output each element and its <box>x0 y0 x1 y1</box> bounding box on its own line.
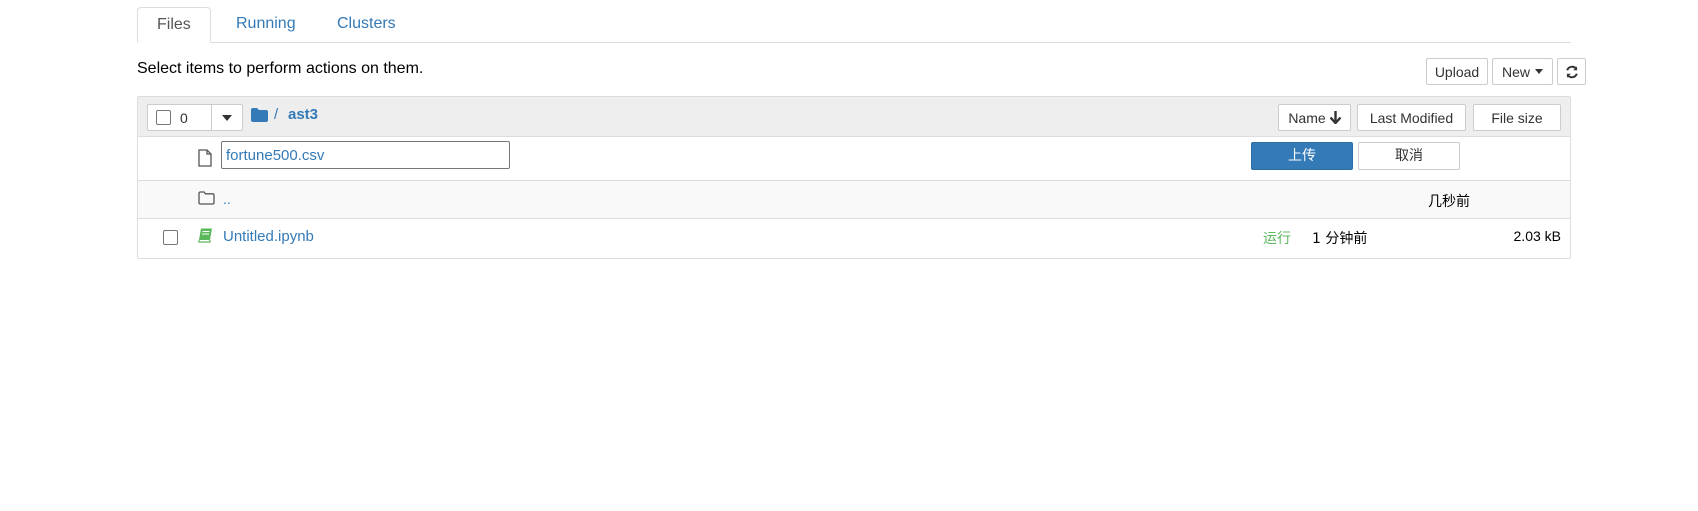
refresh-icon <box>1565 65 1578 78</box>
caret-down-icon <box>222 114 232 121</box>
select-all-control[interactable]: 0 <box>147 104 212 131</box>
upload-confirm-button[interactable]: 上传 <box>1251 142 1353 170</box>
new-button-label: New <box>1501 63 1530 80</box>
upload-row: 上传 取消 <box>138 137 1570 181</box>
list-item[interactable]: Untitled.ipynb 运行 1 分钟前 2.03 kB <box>138 219 1570 258</box>
sort-size-label: File size <box>1491 109 1543 126</box>
parent-directory-link[interactable]: .. <box>223 191 231 207</box>
file-icon <box>198 149 212 167</box>
sort-modified-label: Last Modified <box>1369 109 1454 126</box>
upload-button-label: Upload <box>1434 63 1480 80</box>
upload-cancel-label: 取消 <box>1395 148 1423 164</box>
tab-clusters[interactable]: Clusters <box>318 7 415 43</box>
sort-name-label: Name <box>1288 109 1326 126</box>
upload-filename-input[interactable] <box>221 141 510 169</box>
upload-cancel-button[interactable]: 取消 <box>1358 142 1460 170</box>
tab-running[interactable]: Running <box>217 7 315 43</box>
select-dropdown-button[interactable] <box>211 104 243 131</box>
folder-open-outline-icon <box>198 191 215 205</box>
selection-hint: Select items to perform actions on them. <box>137 60 424 77</box>
item-modified-time: 1 分钟前 <box>1312 231 1368 247</box>
folder-icon[interactable] <box>251 108 268 122</box>
breadcrumb-folder[interactable]: ast3 <box>288 106 318 123</box>
caret-down-icon <box>1535 69 1543 74</box>
file-list-header: 0 / ast3 Name Last Modified File size <box>138 97 1570 137</box>
upload-confirm-label: 上传 <box>1288 148 1316 164</box>
refresh-button[interactable] <box>1557 58 1586 85</box>
arrow-down-icon <box>1329 111 1341 124</box>
item-checkbox[interactable] <box>163 230 178 245</box>
upload-button[interactable]: Upload <box>1426 58 1488 85</box>
sort-by-size-button[interactable]: File size <box>1473 104 1561 131</box>
sort-by-name-button[interactable]: Name <box>1278 104 1351 131</box>
select-all-checkbox[interactable] <box>156 110 171 125</box>
running-status: 运行 <box>1263 231 1291 247</box>
item-name-link[interactable]: Untitled.ipynb <box>223 228 314 245</box>
item-file-size: 2.03 kB <box>1513 228 1561 244</box>
selected-count: 0 <box>180 109 188 126</box>
parent-modified-time: 几秒前 <box>1428 194 1470 210</box>
notebook-icon <box>198 228 212 243</box>
new-dropdown-button[interactable]: New <box>1492 58 1553 85</box>
parent-directory-row[interactable]: .. 几秒前 <box>138 181 1570 219</box>
sort-by-modified-button[interactable]: Last Modified <box>1357 104 1466 131</box>
breadcrumb-root[interactable]: / <box>274 106 278 123</box>
file-list: 0 / ast3 Name Last Modified File size fo… <box>137 96 1571 259</box>
tab-files[interactable]: Files <box>137 7 211 43</box>
